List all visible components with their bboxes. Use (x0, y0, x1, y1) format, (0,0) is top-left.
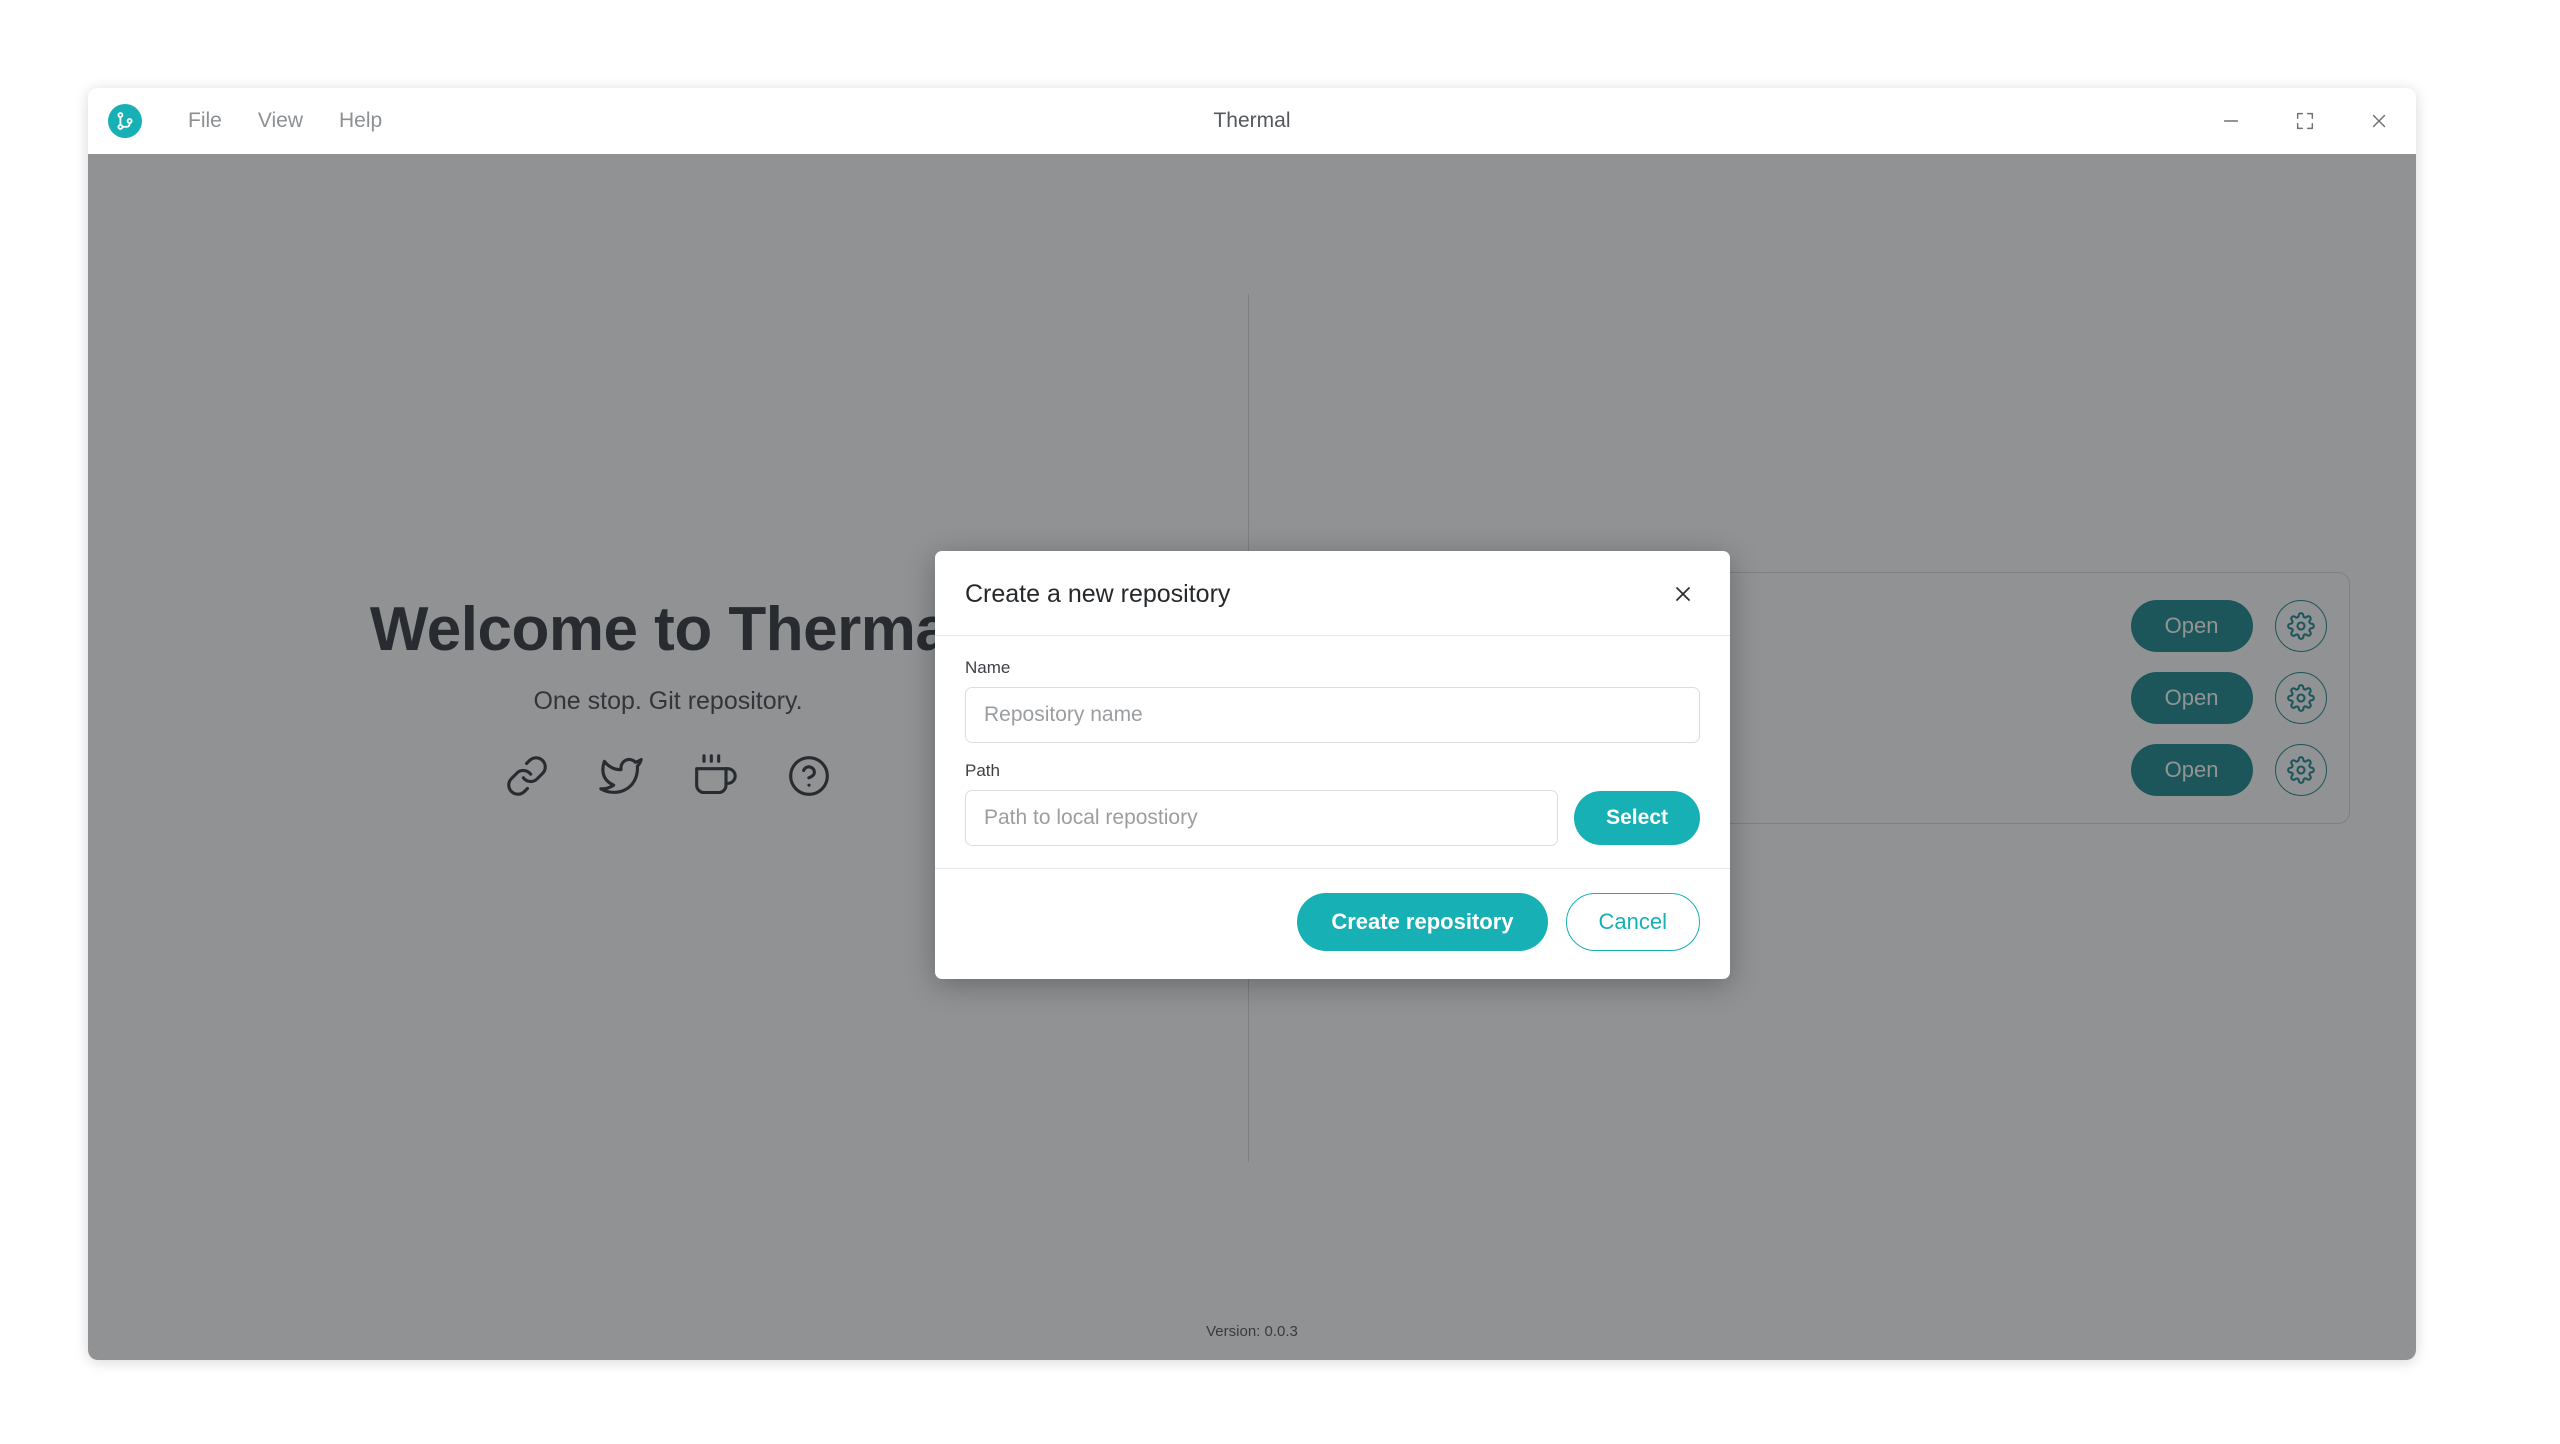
name-field-group: Name (965, 658, 1700, 743)
repository-path-input[interactable] (965, 790, 1559, 846)
app-window: File View Help Thermal Create a new repo… (88, 88, 2416, 1360)
name-field-label: Name (965, 658, 1011, 677)
git-branch-logo-icon (108, 104, 142, 138)
path-field-group: Path Select (965, 761, 1700, 846)
close-icon (2368, 110, 2390, 132)
dialog-body: Name Path Select (935, 636, 1730, 869)
dialog-footer: Create repository Cancel (935, 869, 1730, 979)
repository-name-input[interactable] (965, 687, 1700, 743)
select-path-button[interactable]: Select (1574, 791, 1700, 845)
dialog-header: Create a new repository (935, 551, 1730, 636)
title-bar: File View Help Thermal (88, 88, 2416, 154)
window-title: Thermal (1213, 109, 1291, 132)
dialog-close-button[interactable] (1666, 577, 1700, 611)
path-field-label: Path (965, 761, 1000, 780)
app-body: Welcome to Thermal One stop. Git reposit… (88, 154, 2416, 1360)
close-icon (1671, 582, 1695, 606)
menu-item-view[interactable]: View (240, 103, 321, 139)
window-controls (2194, 88, 2416, 154)
cancel-button[interactable]: Cancel (1565, 893, 1700, 951)
menu-item-help[interactable]: Help (321, 103, 400, 139)
create-repository-dialog: Create a new repository Name Path (935, 551, 1730, 979)
path-row: Select (965, 790, 1700, 846)
create-repository-button[interactable]: Create repository (1297, 893, 1548, 951)
minimize-button[interactable] (2194, 88, 2268, 154)
close-button[interactable] (2342, 88, 2416, 154)
maximize-button[interactable] (2268, 88, 2342, 154)
menu-item-file[interactable]: File (170, 103, 240, 139)
menu-bar: File View Help (170, 103, 400, 139)
maximize-icon (2294, 110, 2316, 132)
minimize-icon (2220, 110, 2242, 132)
dialog-title: Create a new repository (965, 579, 1231, 608)
